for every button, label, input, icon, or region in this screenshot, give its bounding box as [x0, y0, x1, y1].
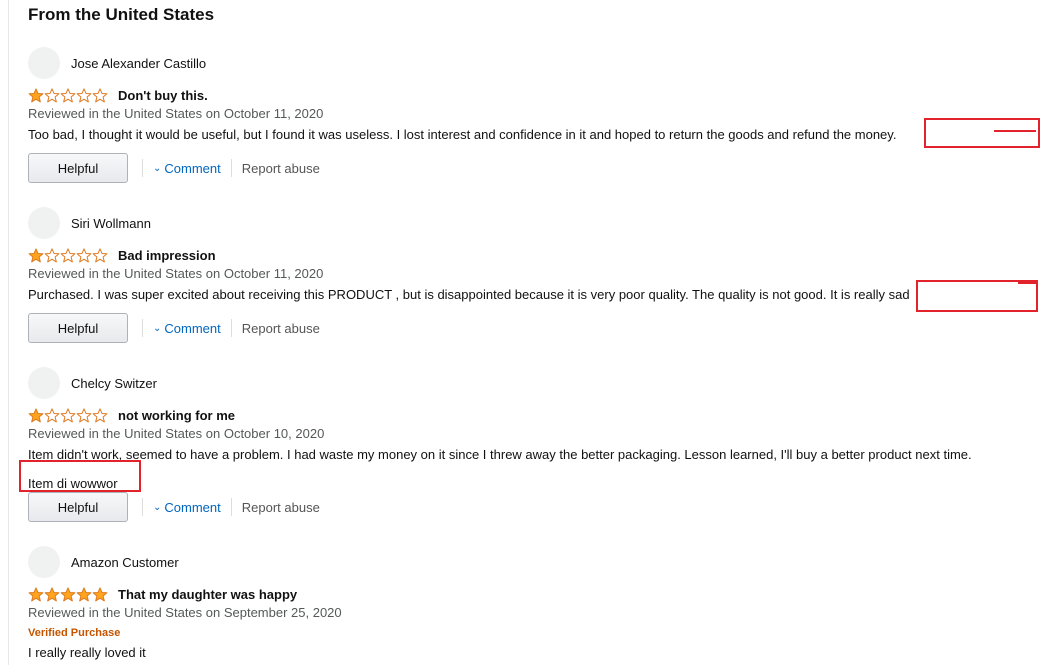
comment-link[interactable]: ⌄ Comment	[153, 161, 221, 176]
comment-link[interactable]: ⌄ Comment	[153, 500, 221, 515]
star-empty-icon	[44, 87, 60, 102]
star-rating	[28, 247, 108, 263]
star-empty-icon	[92, 87, 108, 102]
star-filled-icon	[60, 586, 76, 601]
helpful-button[interactable]: Helpful	[28, 153, 128, 183]
review-body: Too bad, I thought it would be useful, b…	[28, 127, 897, 142]
star-rating	[28, 586, 108, 602]
review-actions: Helpful ⌄ Comment Report abuse	[28, 312, 320, 344]
profile[interactable]: Siri Wollmann	[28, 207, 151, 239]
star-empty-icon	[60, 247, 76, 262]
divider	[230, 319, 232, 337]
review-title[interactable]: Don't buy this.	[118, 88, 208, 103]
review-item: Jose Alexander Castillo Don't buy this. …	[28, 47, 1038, 187]
star-empty-icon	[76, 87, 92, 102]
left-border	[8, 0, 9, 665]
star-filled-icon	[28, 407, 44, 422]
report-abuse-link[interactable]: Report abuse	[242, 321, 320, 336]
review-date: Reviewed in the United States on October…	[28, 266, 324, 281]
review-item: Chelcy Switzer not working for me Review…	[28, 367, 1038, 527]
redaction-box	[924, 118, 1040, 148]
review-item: Siri Wollmann Bad impression Reviewed in…	[28, 207, 1038, 347]
profile-name: Siri Wollmann	[71, 215, 151, 231]
review-actions: Helpful ⌄ Comment Report abuse	[28, 491, 320, 523]
rating-row: not working for me	[28, 406, 235, 424]
avatar	[28, 47, 60, 79]
chevron-down-icon: ⌄	[153, 162, 162, 174]
redaction-box	[916, 280, 1038, 312]
redaction-box	[19, 460, 141, 492]
chevron-down-icon: ⌄	[153, 501, 162, 513]
review-title[interactable]: Bad impression	[118, 248, 216, 263]
star-empty-icon	[76, 247, 92, 262]
profile-name: Amazon Customer	[71, 554, 179, 570]
star-filled-icon	[44, 586, 60, 601]
profile[interactable]: Amazon Customer	[28, 546, 179, 578]
star-filled-icon	[28, 87, 44, 102]
star-rating	[28, 87, 108, 103]
comment-link[interactable]: ⌄ Comment	[153, 321, 221, 336]
review-body: I really really loved it	[28, 645, 146, 660]
avatar	[28, 546, 60, 578]
divider	[142, 159, 143, 177]
star-empty-icon	[44, 247, 60, 262]
review-date: Reviewed in the United States on October…	[28, 106, 324, 121]
rating-row: Bad impression	[28, 246, 216, 264]
star-empty-icon	[92, 407, 108, 422]
avatar	[28, 207, 60, 239]
star-filled-icon	[28, 247, 44, 262]
profile-name: Jose Alexander Castillo	[71, 55, 207, 71]
review-actions: Helpful ⌄ Comment Report abuse	[28, 152, 320, 184]
review-title[interactable]: That my daughter was happy	[118, 587, 297, 602]
review-body: Item didn't work, seemed to have a probl…	[28, 447, 972, 462]
section-heading: From the United States	[28, 5, 215, 24]
divider	[230, 159, 232, 177]
helpful-button[interactable]: Helpful	[28, 313, 128, 343]
helpful-button[interactable]: Helpful	[28, 492, 128, 522]
redaction-mark	[994, 130, 1036, 132]
profile[interactable]: Chelcy Switzer	[28, 367, 157, 399]
profile-name: Chelcy Switzer	[71, 375, 157, 391]
chevron-down-icon: ⌄	[153, 322, 162, 334]
comment-label: Comment	[164, 320, 221, 336]
star-rating	[28, 407, 108, 423]
review-date: Reviewed in the United States on October…	[28, 426, 325, 441]
review-title[interactable]: not working for me	[118, 408, 235, 423]
avatar	[28, 367, 60, 399]
verified-purchase-badge: Verified Purchase	[28, 627, 121, 639]
review-item: Amazon Customer That my daughter was hap…	[28, 546, 1038, 665]
divider	[142, 498, 143, 516]
comment-label: Comment	[164, 160, 221, 176]
star-empty-icon	[44, 407, 60, 422]
rating-row: Don't buy this.	[28, 86, 208, 104]
review-body: Purchased. I was super excited about rec…	[28, 287, 910, 302]
report-abuse-link[interactable]: Report abuse	[242, 500, 320, 515]
report-abuse-link[interactable]: Report abuse	[242, 161, 320, 176]
star-empty-icon	[76, 407, 92, 422]
divider	[142, 319, 143, 337]
star-empty-icon	[92, 247, 108, 262]
review-date: Reviewed in the United States on Septemb…	[28, 605, 342, 620]
comment-label: Comment	[164, 499, 221, 515]
star-empty-icon	[60, 407, 76, 422]
star-filled-icon	[28, 586, 44, 601]
divider	[230, 498, 232, 516]
star-filled-icon	[76, 586, 92, 601]
star-empty-icon	[60, 87, 76, 102]
star-filled-icon	[92, 586, 108, 601]
redaction-mark	[1018, 282, 1036, 284]
profile[interactable]: Jose Alexander Castillo	[28, 47, 206, 79]
rating-row: That my daughter was happy	[28, 585, 297, 603]
